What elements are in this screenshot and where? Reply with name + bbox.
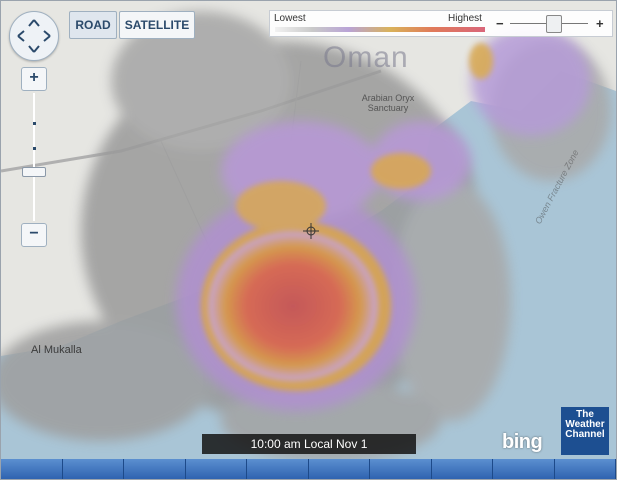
- zoom-slider-thumb[interactable]: [22, 167, 46, 177]
- timeline-bar: [1, 459, 616, 479]
- zoom-in-button[interactable]: +: [21, 67, 47, 91]
- timeline-segment[interactable]: [493, 459, 555, 479]
- bing-logo: bing: [502, 431, 543, 453]
- weather-channel-logo: The Weather Channel: [561, 407, 609, 455]
- zoom-tick: [33, 147, 36, 150]
- twc-line-3: Channel: [565, 429, 605, 440]
- pan-arrows-icon: [17, 19, 51, 53]
- legend-low-label: Lowest: [274, 13, 306, 24]
- pan-control[interactable]: [9, 11, 59, 61]
- timeline-segment[interactable]: [370, 459, 432, 479]
- map-canvas[interactable]: Oman Arabian Oryx Sanctuary Al Mukalla O…: [1, 1, 616, 459]
- timeline-segment[interactable]: [185, 459, 247, 479]
- timeline-segment[interactable]: [124, 459, 186, 479]
- timeline-segment[interactable]: [247, 459, 309, 479]
- sanctuary-label: Arabian Oryx Sanctuary: [361, 93, 415, 113]
- timeline-segment[interactable]: [431, 459, 493, 479]
- opacity-increase-button[interactable]: +: [596, 16, 604, 31]
- timeline-segment[interactable]: [554, 459, 616, 479]
- opacity-decrease-button[interactable]: −: [496, 16, 504, 31]
- zoom-out-button[interactable]: −: [21, 223, 47, 247]
- timeline-segment[interactable]: [62, 459, 124, 479]
- timestamp-label: 10:00 am Local Nov 1: [202, 434, 416, 454]
- zoom-track[interactable]: [33, 93, 35, 221]
- zoom-control: + −: [21, 67, 47, 247]
- opacity-slider-thumb[interactable]: [546, 15, 562, 33]
- road-mode-button[interactable]: ROAD: [69, 11, 117, 39]
- legend-color-bar: [275, 27, 485, 32]
- intensity-legend: Lowest Highest − +: [269, 10, 613, 37]
- city-label: Al Mukalla: [31, 344, 82, 356]
- timeline-segment[interactable]: [1, 459, 63, 479]
- timeline-segment[interactable]: [308, 459, 370, 479]
- satellite-mode-button[interactable]: SATELLITE: [119, 11, 195, 39]
- radar-map-graphic: [1, 1, 616, 459]
- legend-high-label: Highest: [448, 13, 482, 24]
- country-label: Oman: [323, 41, 409, 74]
- zoom-tick: [33, 122, 36, 125]
- weather-map-widget: Oman Arabian Oryx Sanctuary Al Mukalla O…: [0, 0, 617, 480]
